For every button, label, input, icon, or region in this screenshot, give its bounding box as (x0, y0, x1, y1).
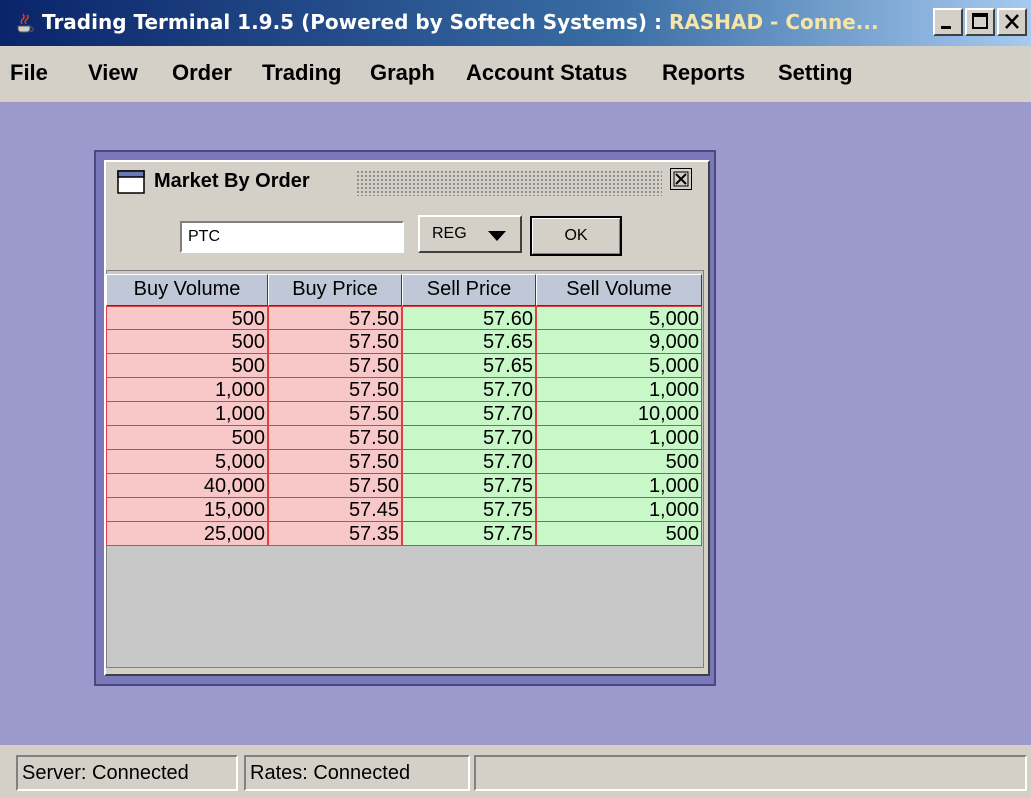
menu-view[interactable]: View (88, 60, 138, 86)
sell-volume-cell: 10,000 (536, 402, 702, 426)
buy-volume-cell: 500 (106, 306, 268, 330)
sell-volume-cell: 9,000 (536, 330, 702, 354)
buy-volume-cell: 25,000 (106, 522, 268, 546)
buy-volume-cell: 500 (106, 354, 268, 378)
table-row[interactable]: 25,000 57.35 57.75 500 (106, 522, 702, 546)
buy-volume-cell: 1,000 (106, 402, 268, 426)
buy-price-cell: 57.50 (268, 450, 402, 474)
maximize-button[interactable] (965, 8, 995, 36)
sell-price-cell: 57.70 (402, 402, 536, 426)
menu-setting[interactable]: Setting (778, 60, 853, 86)
buy-price-cell: 57.45 (268, 498, 402, 522)
column-header-sell-volume[interactable]: Sell Volume (536, 274, 702, 306)
sell-volume-cell: 500 (536, 450, 702, 474)
minimize-button[interactable] (933, 8, 963, 36)
sell-price-cell: 57.65 (402, 354, 536, 378)
sell-price-cell: 57.60 (402, 306, 536, 330)
column-header-buy-volume[interactable]: Buy Volume (106, 274, 268, 306)
ok-button[interactable]: OK (530, 216, 622, 256)
status-bar: Server: Connected Rates: Connected (0, 745, 1031, 798)
buy-price-cell: 57.50 (268, 402, 402, 426)
menu-order[interactable]: Order (172, 60, 232, 86)
buy-price-cell: 57.50 (268, 354, 402, 378)
sell-volume-cell: 1,000 (536, 498, 702, 522)
sell-volume-cell: 1,000 (536, 426, 702, 450)
buy-price-cell: 57.50 (268, 474, 402, 498)
table-body: 500 57.50 57.60 5,000 500 57.50 57.65 9,000 500 5… (106, 306, 702, 546)
market-type-dropdown[interactable]: REG (418, 215, 522, 253)
menu-bar: File View Order Trading Graph Account St… (0, 46, 1031, 102)
chevron-down-icon (488, 231, 506, 241)
menu-graph[interactable]: Graph (370, 60, 435, 86)
table-row[interactable]: 1,000 57.50 57.70 10,000 (106, 402, 702, 426)
close-icon (1005, 14, 1019, 29)
buy-volume-cell: 500 (106, 330, 268, 354)
table-row[interactable]: 40,000 57.50 57.75 1,000 (106, 474, 702, 498)
buy-volume-cell: 1,000 (106, 378, 268, 402)
frame-title: Market By Order (154, 170, 310, 192)
table-row[interactable]: 500 57.50 57.60 5,000 (106, 306, 702, 330)
sell-volume-cell: 1,000 (536, 378, 702, 402)
column-header-buy-price[interactable]: Buy Price (268, 274, 402, 306)
window-title: Trading Terminal 1.9.5 (Powered by Softe… (42, 10, 879, 34)
table-row[interactable]: 5,000 57.50 57.70 500 (106, 450, 702, 474)
buy-price-cell: 57.35 (268, 522, 402, 546)
menu-file[interactable]: File (10, 60, 48, 86)
sell-volume-cell: 500 (536, 522, 702, 546)
maximize-icon (972, 13, 988, 29)
rates-status: Rates: Connected (244, 755, 470, 791)
sell-price-cell: 57.75 (402, 498, 536, 522)
buy-price-cell: 57.50 (268, 378, 402, 402)
table-row[interactable]: 500 57.50 57.65 9,000 (106, 330, 702, 354)
column-header-sell-price[interactable]: Sell Price (402, 274, 536, 306)
symbol-input[interactable] (180, 221, 404, 253)
buy-volume-cell: 40,000 (106, 474, 268, 498)
close-window-button[interactable] (997, 8, 1027, 36)
market-type-value: REG (432, 225, 467, 242)
menu-trading[interactable]: Trading (262, 60, 341, 86)
frame-close-button[interactable] (670, 168, 692, 190)
table-header: Buy Volume Buy Price Sell Price Sell Vol… (106, 274, 702, 306)
sell-price-cell: 57.70 (402, 378, 536, 402)
java-cup-icon (17, 13, 34, 33)
sell-price-cell: 57.75 (402, 522, 536, 546)
buy-volume-cell: 5,000 (106, 450, 268, 474)
buy-price-cell: 57.50 (268, 306, 402, 330)
sell-price-cell: 57.70 (402, 450, 536, 474)
sell-volume-cell: 1,000 (536, 474, 702, 498)
sell-volume-cell: 5,000 (536, 306, 702, 330)
title-grip (356, 170, 662, 196)
sell-volume-cell: 5,000 (536, 354, 702, 378)
server-status: Server: Connected (16, 755, 238, 791)
close-icon (673, 171, 689, 187)
window-icon (117, 170, 145, 194)
buy-price-cell: 57.50 (268, 330, 402, 354)
menu-account-status[interactable]: Account Status (466, 60, 627, 86)
table-row[interactable]: 500 57.50 57.70 1,000 (106, 426, 702, 450)
sell-price-cell: 57.75 (402, 474, 536, 498)
table-row[interactable]: 500 57.50 57.65 5,000 (106, 354, 702, 378)
status-extra (474, 755, 1027, 791)
table-row[interactable]: 15,000 57.45 57.75 1,000 (106, 498, 702, 522)
buy-volume-cell: 500 (106, 426, 268, 450)
buy-price-cell: 57.50 (268, 426, 402, 450)
window-title-connection: RASHAD - Conne... (668, 10, 879, 34)
sell-price-cell: 57.65 (402, 330, 536, 354)
buy-volume-cell: 15,000 (106, 498, 268, 522)
sell-price-cell: 57.70 (402, 426, 536, 450)
minimize-icon (941, 26, 951, 29)
title-bar[interactable]: Trading Terminal 1.9.5 (Powered by Softe… (0, 0, 1031, 46)
table-row[interactable]: 1,000 57.50 57.70 1,000 (106, 378, 702, 402)
menu-reports[interactable]: Reports (662, 60, 745, 86)
